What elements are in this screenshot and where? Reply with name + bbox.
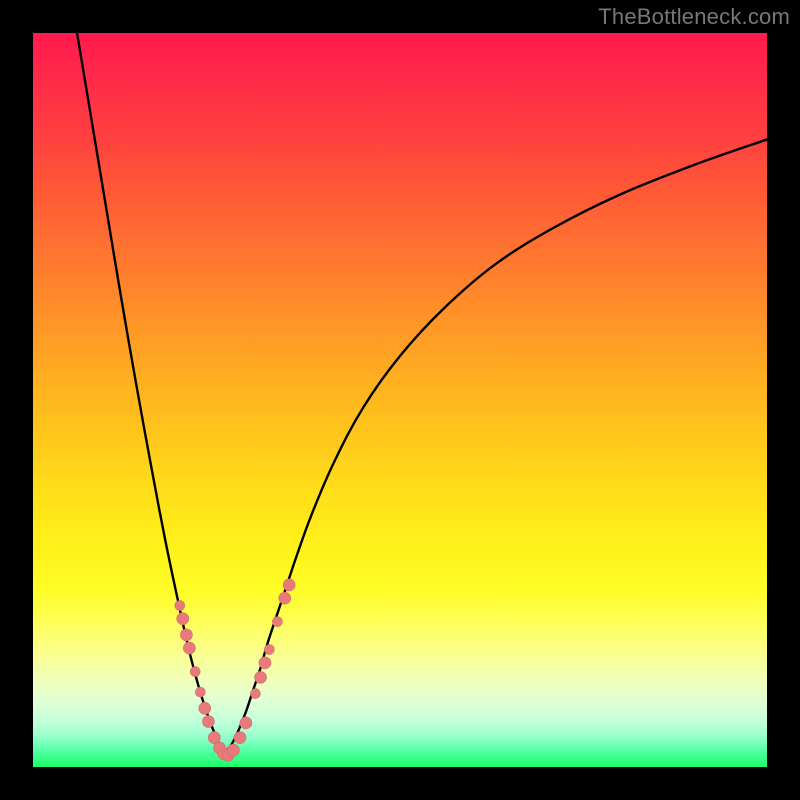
data-marker xyxy=(180,629,192,641)
series-left-branch xyxy=(77,33,224,752)
data-marker xyxy=(195,687,205,697)
markers-group xyxy=(175,579,295,761)
series-right-branch xyxy=(224,139,767,752)
data-marker xyxy=(240,717,252,729)
data-marker xyxy=(272,617,282,627)
chart-frame: TheBottleneck.com xyxy=(0,0,800,800)
data-marker xyxy=(264,645,274,655)
data-marker xyxy=(234,732,246,744)
data-marker xyxy=(199,702,211,714)
data-marker xyxy=(183,642,195,654)
data-marker xyxy=(175,601,185,611)
data-marker xyxy=(255,671,267,683)
data-marker xyxy=(177,613,189,625)
series-group xyxy=(77,33,767,752)
data-marker xyxy=(250,689,260,699)
data-marker xyxy=(279,592,291,604)
plot-area xyxy=(33,33,767,767)
watermark-text: TheBottleneck.com xyxy=(598,4,790,30)
data-marker xyxy=(202,715,214,727)
data-marker xyxy=(227,744,239,756)
data-marker xyxy=(283,579,295,591)
chart-svg xyxy=(33,33,767,767)
data-marker xyxy=(259,657,271,669)
data-marker xyxy=(190,667,200,677)
